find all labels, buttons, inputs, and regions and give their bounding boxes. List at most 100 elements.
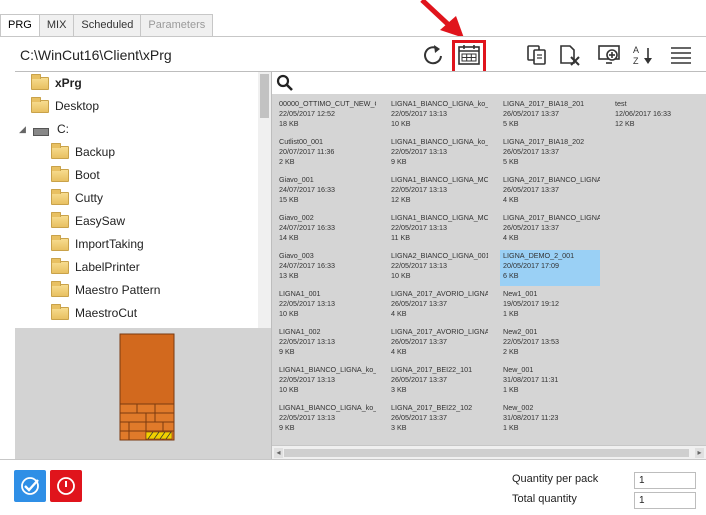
folder-icon [31,96,49,113]
file-item[interactable]: LIGNA1_002 22/05/2017 13:13 9 KB [276,326,376,362]
total-quantity-input[interactable] [634,492,696,509]
tree-item[interactable]: EasySaw [51,210,125,232]
file-name: LIGNA_2017_BIANCO_LIGNA [503,175,600,184]
file-date: 24/07/2017 16:33 [279,185,335,194]
file-item[interactable]: LIGNA_2017_BIA18_202 26/05/2017 13:37 5 KB [500,136,600,172]
file-item[interactable]: LIGNA1_BIANCO_LIGNA_ko_ 22/05/2017 13:13 9… [388,136,488,172]
tree-item-label: Boot [75,168,100,182]
tree-scrollbar-thumb[interactable] [260,74,269,118]
file-item[interactable]: test 12/06/2017 16:33 12 KB [612,98,706,134]
file-size: 3 KB [391,423,407,432]
file-item[interactable]: LIGNA1_BIANCO_LIGNA_ko_ 22/05/2017 13:13 1… [388,98,488,134]
delete-file-icon[interactable] [556,43,582,67]
refresh-icon[interactable] [420,43,446,67]
file-name: LIGNA1_BIANCO_LIGNA_ko_ [391,137,488,146]
file-item[interactable]: LIGNA1_BIANCO_LIGNA_MC 22/05/2017 13:13 12… [388,174,488,210]
file-item[interactable]: LIGNA_DEMO_2_001 20/05/2017 17:09 6 KB [500,250,600,286]
tree-item-label: Maestro Pattern [75,283,161,297]
file-item[interactable]: LIGNA1_BIANCO_LIGNA_ko_ 22/05/2017 13:13 1… [276,364,376,400]
tree-item[interactable]: Backup [51,141,115,163]
file-date: 22/05/2017 13:13 [391,185,447,194]
file-item[interactable]: LIGNA1_001 22/05/2017 13:13 10 KB [276,288,376,324]
file-item[interactable]: New1_001 19/05/2017 19:12 1 KB [500,288,600,324]
file-item[interactable]: Cutlist00_001 20/07/2017 11:36 2 KB [276,136,376,172]
file-item[interactable]: LIGNA_2017_BIANCO_LIGNA 26/05/2017 13:37 4… [500,174,600,210]
add-screen-icon[interactable] [596,43,622,67]
file-item[interactable]: LIGNA1_BIANCO_LIGNA_MC 22/05/2017 13:13 11… [388,212,488,248]
panel-layout-preview [119,333,175,441]
main-area: MaestroCut Maestro Pattern LabelPrinter Imp… [15,71,706,460]
file-item[interactable]: LIGNA_2017_BEI22_101 26/05/2017 13:37 3 KB [388,364,488,400]
tree-item[interactable]: Desktop [31,95,99,117]
file-size: 9 KB [279,423,295,432]
tree-item[interactable]: ImportTaking [51,233,144,255]
tab-scheduled[interactable]: Scheduled [73,14,142,36]
file-name: LIGNA1_BIANCO_LIGNA_ko_ [279,365,376,374]
cancel-button[interactable] [50,470,82,502]
program-preview [15,328,271,460]
file-date: 22/05/2017 13:13 [279,299,335,308]
file-size: 12 KB [615,119,635,128]
file-item[interactable]: New_002 31/08/2017 11:23 1 KB [500,402,600,438]
file-date: 22/05/2017 13:13 [391,147,447,156]
scroll-right-icon[interactable]: ▸ [695,448,704,458]
folder-icon [51,280,69,297]
file-item[interactable]: Giavo_003 24/07/2017 16:33 13 KB [276,250,376,286]
file-date: 22/05/2017 13:13 [279,375,335,384]
file-size: 10 KB [279,309,299,318]
quantity-per-pack-input[interactable] [634,472,696,489]
file-name: test [615,99,627,108]
file-name: LIGNA1_BIANCO_LIGNA_ko_ [279,403,376,412]
copy-icon[interactable] [524,43,550,67]
tree-item-label: ImportTaking [75,237,144,251]
tree-item[interactable]: Boot [51,164,100,186]
quantity-per-pack-label: Quantity per pack [512,473,599,485]
file-item[interactable]: New2_001 22/05/2017 13:53 2 KB [500,326,600,362]
folder-icon [51,188,69,205]
file-name: New2_001 [503,327,538,336]
annotation-arrow-icon [420,0,464,38]
file-item[interactable]: LIGNA_2017_AVORIO_LIGNA 26/05/2017 13:37 4… [388,326,488,362]
file-item[interactable]: Giavo_002 24/07/2017 16:33 14 KB [276,212,376,248]
tree-item[interactable]: MaestroCut [51,302,137,324]
file-size: 5 KB [503,157,519,166]
tree-item-label: Desktop [55,99,100,113]
expand-icon[interactable]: ◢ [19,118,29,140]
file-item[interactable]: 00000_OTTIMO_CUT_NEW_C 22/05/2017 12:52 18… [276,98,376,134]
file-item[interactable]: LIGNA_2017_BEI22_102 26/05/2017 13:37 3 KB [388,402,488,438]
file-date: 26/05/2017 13:37 [391,413,447,422]
file-scrollbar-thumb[interactable] [284,449,689,457]
tree-item[interactable]: ◢ C: [19,118,69,140]
tree-item-label: C: [57,122,69,136]
file-item[interactable]: LIGNA_2017_AVORIO_LIGNA 26/05/2017 13:37 4… [388,288,488,324]
file-name: LIGNA_2017_BIA18_201 [503,99,585,108]
file-item[interactable]: LIGNA_2017_BIA18_201 26/05/2017 13:37 5 KB [500,98,600,134]
file-item[interactable]: New_001 31/08/2017 11:31 1 KB [500,364,600,400]
file-search-bar[interactable] [272,72,706,94]
tree-item[interactable]: xPrg [31,72,82,94]
tab-prg[interactable]: PRG [0,14,40,37]
file-size: 14 KB [279,233,299,242]
file-date: 22/05/2017 13:13 [279,337,335,346]
file-item[interactable]: Giavo_001 24/07/2017 16:33 15 KB [276,174,376,210]
folder-icon [51,165,69,182]
list-view-icon[interactable] [668,43,694,67]
tree-item-label: LabelPrinter [75,260,140,274]
search-icon[interactable] [276,74,294,92]
confirm-button[interactable] [14,470,46,502]
file-date: 26/05/2017 13:37 [391,299,447,308]
tab-mix[interactable]: MIX [38,14,75,36]
tree-item[interactable]: Maestro Pattern [51,279,160,301]
tree-item[interactable]: Cutty [51,187,103,209]
file-item[interactable]: LIGNA_2017_BIANCO_LIGNA 26/05/2017 13:37 4… [500,212,600,248]
file-item[interactable]: LIGNA2_BIANCO_LIGNA_001 22/05/2017 13:13 1… [388,250,488,286]
tree-item[interactable]: LabelPrinter [51,256,140,278]
file-item[interactable]: LIGNA1_BIANCO_LIGNA_ko_ 22/05/2017 13:13 9… [276,402,376,438]
tree-scrollbar[interactable] [258,72,271,328]
sort-az-icon[interactable]: AZ [630,43,656,67]
file-horizontal-scrollbar[interactable]: ◂ ▸ [272,445,706,460]
file-name: 00000_OTTIMO_CUT_NEW_C [279,99,376,108]
scroll-left-icon[interactable]: ◂ [274,448,283,458]
file-size: 2 KB [503,347,519,356]
file-name: New_002 [503,403,534,412]
